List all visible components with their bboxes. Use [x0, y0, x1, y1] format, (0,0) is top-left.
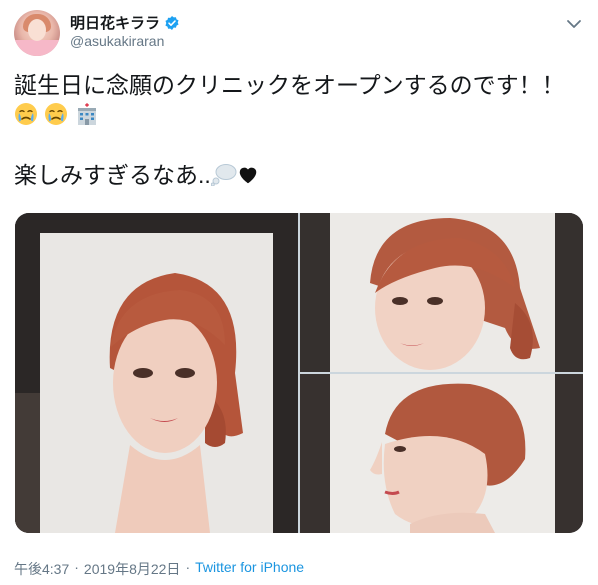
tweet-line-3: 楽しみすぎるなあ..	[14, 160, 584, 190]
tweet-line-3-text: 楽しみすぎるなあ..	[14, 162, 211, 188]
photo-three-quarter-portrait[interactable]	[300, 213, 583, 372]
tweet-metadata: 午後4:37 · 2019年8月22日 · Twitter for iPhone	[14, 559, 304, 579]
avatar[interactable]	[14, 10, 60, 56]
user-handle[interactable]: @asukakiraran	[70, 33, 164, 49]
photo-profile-portrait[interactable]	[300, 374, 583, 533]
separator-dot: ·	[74, 559, 79, 575]
hospital-emoji	[77, 102, 96, 125]
tweet-emoji-line	[14, 100, 584, 130]
photo-front-portrait[interactable]	[15, 213, 298, 533]
tweet-text: 誕生日に念願のクリニックをオープンするのです！！ 楽しみすぎるなあ..	[14, 70, 584, 190]
tweet-date[interactable]: 2019年8月22日	[84, 559, 181, 579]
author-name-row: 明日花キララ	[70, 12, 180, 33]
verified-badge-icon	[165, 15, 179, 30]
separator-dot: ·	[185, 559, 191, 575]
chevron-down-icon[interactable]	[564, 14, 584, 34]
crying-face-emoji	[45, 103, 68, 125]
heart-emoji	[239, 167, 257, 184]
tweet-source-link[interactable]: Twitter for iPhone	[195, 559, 304, 579]
media-grid	[15, 213, 583, 533]
tweet-line-1: 誕生日に念願のクリニックをオープンするのです！！	[14, 72, 565, 98]
tweet-time[interactable]: 午後4:37	[14, 559, 69, 579]
crying-face-emoji	[15, 103, 37, 125]
display-name[interactable]: 明日花キララ	[70, 12, 160, 33]
thought-balloon-emoji	[210, 164, 237, 186]
tweet-card: 明日花キララ @asukakiraran 誕生日に念願のクリニックをオープンする…	[0, 0, 598, 585]
